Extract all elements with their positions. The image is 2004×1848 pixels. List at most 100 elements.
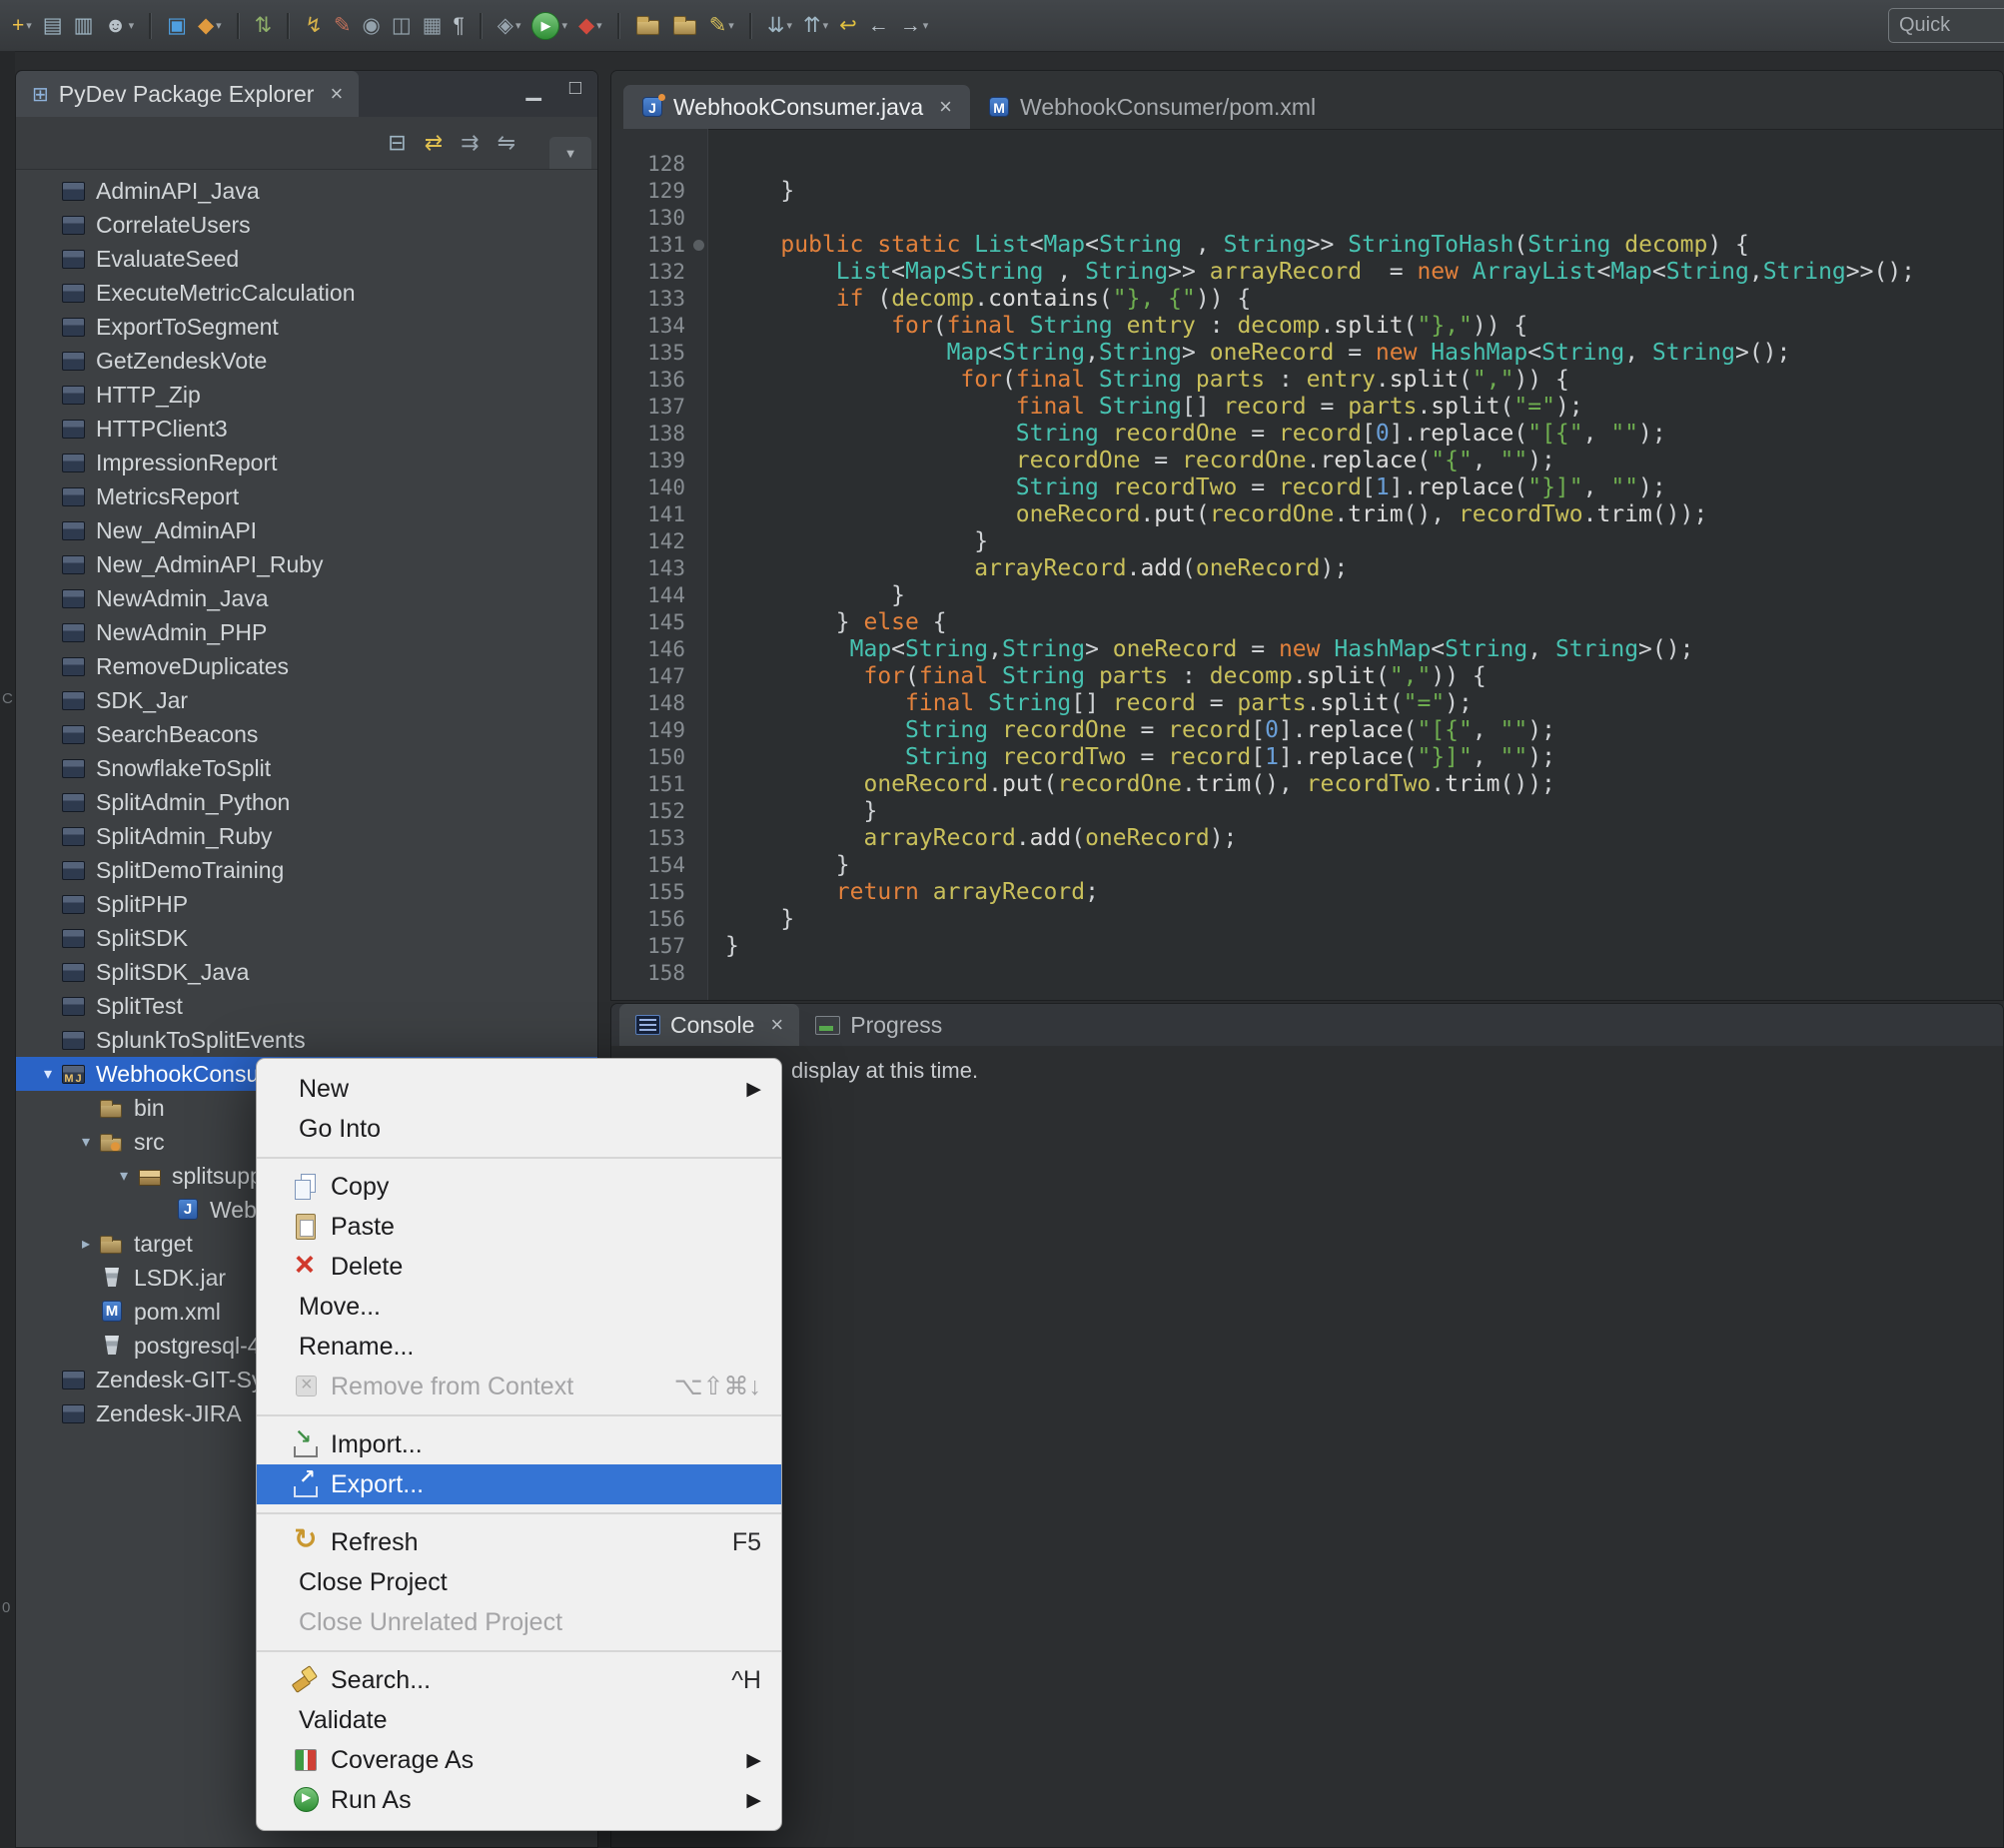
mark-occurrences-icon[interactable]: ✎▾ bbox=[707, 9, 736, 43]
external-tools-icon[interactable]: ◈▾ bbox=[496, 9, 523, 43]
menu-item-new[interactable]: New▶ bbox=[257, 1069, 781, 1109]
chevron-down-icon[interactable]: ▾ bbox=[36, 1064, 60, 1084]
menu-item-remove-from-context[interactable]: Remove from Context⌥⇧⌘↓ bbox=[257, 1367, 781, 1406]
tree-item-splunktosplitevents[interactable]: SplunkToSplitEvents bbox=[16, 1023, 597, 1057]
menu-item-delete[interactable]: Delete bbox=[257, 1247, 781, 1287]
tree-item-correlateusers[interactable]: CorrelateUsers bbox=[16, 208, 597, 242]
run-icon[interactable]: ▶▾ bbox=[529, 9, 569, 43]
view-menu-icon[interactable]: ▼ bbox=[549, 137, 591, 169]
menu-item-import[interactable]: Import... bbox=[257, 1424, 781, 1464]
link-with-editor-icon[interactable]: ⇄ bbox=[425, 130, 443, 156]
tree-item-impressionreport[interactable]: ImpressionReport bbox=[16, 446, 597, 479]
menu-item-export[interactable]: Export... bbox=[257, 1464, 781, 1504]
tree-item-splitadmin-python[interactable]: SplitAdmin_Python bbox=[16, 785, 597, 819]
open-folder-alt-icon[interactable] bbox=[670, 9, 700, 43]
menu-item-search[interactable]: Search...^H bbox=[257, 1660, 781, 1700]
synchronize-icon[interactable]: ⇅ bbox=[253, 9, 275, 43]
show-whitespace-icon[interactable]: ¶ bbox=[452, 9, 467, 43]
code-line-139: 139 recordOne = recordOne.replace("{", "… bbox=[611, 448, 2003, 474]
chevron-down-icon[interactable]: ▾ bbox=[74, 1132, 98, 1152]
tree-item-removeduplicates[interactable]: RemoveDuplicates bbox=[16, 649, 597, 683]
debug-icon[interactable]: ◆▾ bbox=[576, 9, 604, 43]
quick-access-input[interactable]: Quick bbox=[1888, 8, 2004, 43]
menu-item-copy[interactable]: Copy bbox=[257, 1167, 781, 1207]
maximize-icon[interactable]: □ bbox=[569, 77, 581, 102]
tree-item-searchbeacons[interactable]: SearchBeacons bbox=[16, 717, 597, 751]
code-area[interactable]: 128129 }130131 public static List<Map<St… bbox=[611, 129, 2003, 1000]
code-line-145: 145 } else { bbox=[611, 609, 2003, 636]
menu-item-refresh[interactable]: RefreshF5 bbox=[257, 1522, 781, 1562]
open-folder-icon[interactable] bbox=[633, 9, 663, 43]
compare-icon[interactable]: ◫ bbox=[390, 9, 414, 43]
tab-console[interactable]: Console × bbox=[619, 1004, 799, 1046]
tree-item-new-adminapi[interactable]: New_AdminAPI bbox=[16, 513, 597, 547]
back-icon[interactable]: ← bbox=[866, 9, 891, 43]
close-icon[interactable]: × bbox=[770, 1012, 783, 1038]
tree-item-label: ExportToSegment bbox=[96, 314, 279, 341]
menu-item-close-unrelated-project[interactable]: Close Unrelated Project bbox=[257, 1602, 781, 1642]
minimize-icon[interactable]: ▁ bbox=[526, 77, 541, 102]
tab-pydev-package-explorer[interactable]: ⊞ PyDev Package Explorer × bbox=[16, 71, 359, 117]
tree-item-sdk-jar[interactable]: SDK_Jar bbox=[16, 683, 597, 717]
menu-item-validate[interactable]: Validate bbox=[257, 1700, 781, 1740]
pydev-console-icon[interactable]: ▣ bbox=[165, 9, 189, 43]
save-icon[interactable]: ▤ bbox=[41, 9, 65, 43]
tree-item-splitsdk[interactable]: SplitSDK bbox=[16, 921, 597, 955]
tree-item-evaluateseed[interactable]: EvaluateSeed bbox=[16, 242, 597, 276]
collapse-all-icon[interactable]: ⊟ bbox=[388, 130, 406, 156]
tab-progress[interactable]: Progress bbox=[799, 1004, 958, 1046]
tab-webhookconsumer-pom-xml[interactable]: WebhookConsumer/pom.xml bbox=[970, 85, 1334, 129]
code-line-132: 132 List<Map<String , String>> arrayReco… bbox=[611, 259, 2003, 286]
expand-selected-icon[interactable]: ⇉ bbox=[461, 130, 479, 156]
next-annotation-icon[interactable]: ⇊▾ bbox=[765, 9, 794, 43]
menu-item-close-project[interactable]: Close Project bbox=[257, 1562, 781, 1602]
save-all-icon[interactable]: ▥ bbox=[72, 9, 96, 43]
tree-item-splitphp[interactable]: SplitPHP bbox=[16, 887, 597, 921]
menu-item-run-as[interactable]: Run As▶ bbox=[257, 1780, 781, 1820]
menu-item-coverage-as[interactable]: Coverage As▶ bbox=[257, 1740, 781, 1780]
menu-item-move[interactable]: Move... bbox=[257, 1287, 781, 1327]
tree-item-label: splitsupp bbox=[172, 1163, 263, 1190]
close-icon[interactable]: × bbox=[939, 94, 952, 120]
tree-item-splittest[interactable]: SplitTest bbox=[16, 989, 597, 1023]
tree-item-label: RemoveDuplicates bbox=[96, 653, 289, 680]
menu-item-paste[interactable]: Paste bbox=[257, 1207, 781, 1247]
tree-item-splitadmin-ruby[interactable]: SplitAdmin_Ruby bbox=[16, 819, 597, 853]
tree-item-httpclient3[interactable]: HTTPClient3 bbox=[16, 412, 597, 446]
open-declaration-icon[interactable]: ▦ bbox=[421, 9, 445, 43]
editor-tab-label: WebhookConsumer.java bbox=[673, 94, 923, 121]
tree-item-metricsreport[interactable]: MetricsReport bbox=[16, 479, 597, 513]
close-icon[interactable]: × bbox=[330, 81, 343, 107]
menu-item-rename[interactable]: Rename... bbox=[257, 1327, 781, 1367]
chevron-down-icon[interactable]: ▾ bbox=[112, 1166, 136, 1186]
tab-webhookconsumer-java[interactable]: WebhookConsumer.java × bbox=[623, 85, 970, 129]
tree-item-snowflaketosplit[interactable]: SnowflakeToSplit bbox=[16, 751, 597, 785]
chevron-down-icon: ▾ bbox=[216, 19, 222, 32]
tree-item-newadmin-php[interactable]: NewAdmin_PHP bbox=[16, 615, 597, 649]
new-package-icon[interactable]: ◆▾ bbox=[196, 9, 224, 43]
flashlight-icon[interactable]: ↯ bbox=[303, 9, 325, 43]
tree-item-adminapi-java[interactable]: AdminAPI_Java bbox=[16, 174, 597, 208]
previous-annotation-icon[interactable]: ⇈▾ bbox=[801, 9, 830, 43]
line-number: 132 bbox=[611, 259, 707, 286]
new-wizard-icon[interactable]: +▾ bbox=[10, 9, 34, 43]
forward-icon[interactable]: →▾ bbox=[898, 9, 931, 43]
annotate-pen-icon[interactable]: ✎ bbox=[332, 9, 354, 43]
tree-item-new-adminapi-ruby[interactable]: New_AdminAPI_Ruby bbox=[16, 547, 597, 581]
chevron-right-icon[interactable]: ▸ bbox=[74, 1234, 98, 1254]
debug-attach-icon[interactable]: ◉ bbox=[360, 9, 382, 43]
tree-item-splitsdk-java[interactable]: SplitSDK_Java bbox=[16, 955, 597, 989]
filters-icon[interactable]: ⇋ bbox=[498, 130, 515, 156]
user-account-icon[interactable]: ☻▾ bbox=[102, 9, 136, 43]
tree-item-http-zip[interactable]: HTTP_Zip bbox=[16, 378, 597, 412]
code-line-131: 131 public static List<Map<String , Stri… bbox=[611, 232, 2003, 259]
menu-item-go-into[interactable]: Go Into bbox=[257, 1109, 781, 1149]
tree-item-exporttosegment[interactable]: ExportToSegment bbox=[16, 310, 597, 344]
tree-item-executemetriccalculation[interactable]: ExecuteMetricCalculation bbox=[16, 276, 597, 310]
import-icon bbox=[291, 1429, 323, 1459]
tree-item-splitdemotraining[interactable]: SplitDemoTraining bbox=[16, 853, 597, 887]
tree-item-getzendeskvote[interactable]: GetZendeskVote bbox=[16, 344, 597, 378]
tree-item-newadmin-java[interactable]: NewAdmin_Java bbox=[16, 581, 597, 615]
project-icon bbox=[60, 1027, 88, 1053]
last-edit-location-icon[interactable]: ↩ bbox=[837, 9, 859, 43]
